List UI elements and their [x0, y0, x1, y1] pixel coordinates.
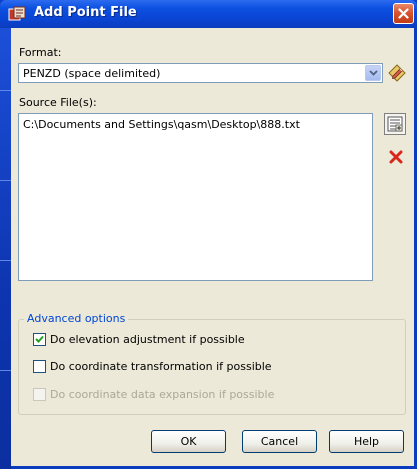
- coordinate-transformation-checkbox[interactable]: [33, 359, 46, 373]
- help-button[interactable]: Help: [329, 430, 404, 453]
- coordinate-expansion-label: Do coordinate data expansion if possible: [50, 387, 275, 401]
- diamond-pencil-icon: [388, 64, 406, 82]
- remove-file-button[interactable]: [385, 146, 407, 168]
- title-bar[interactable]: Add Point File: [0, 0, 417, 28]
- app-icon: [8, 6, 26, 22]
- format-label: Format:: [19, 46, 62, 59]
- checkmark-icon: [35, 335, 44, 343]
- chevron-down-icon: [368, 70, 378, 76]
- cancel-button[interactable]: Cancel: [242, 430, 317, 453]
- add-files-button[interactable]: [384, 113, 406, 135]
- coordinate-transformation-option[interactable]: Do coordinate transformation if possible: [33, 358, 272, 374]
- add-files-icon: [387, 116, 403, 132]
- delete-x-icon: [389, 150, 403, 164]
- coordinate-expansion-option: Do coordinate data expansion if possible: [33, 386, 274, 402]
- dialog-window: Add Point File Format: PENZD (space deli…: [0, 0, 417, 469]
- close-icon: [398, 8, 409, 19]
- elevation-adjustment-option[interactable]: Do elevation adjustment if possible: [33, 331, 245, 347]
- background-strip: [0, 28, 11, 469]
- coordinate-expansion-checkbox: [33, 387, 46, 401]
- source-files-list[interactable]: C:\Documents and Settings\qasm\Desktop\8…: [18, 113, 373, 281]
- window-title: Add Point File: [34, 5, 137, 20]
- ok-button[interactable]: OK: [151, 430, 226, 453]
- format-select[interactable]: PENZD (space delimited): [18, 63, 383, 83]
- dropdown-button[interactable]: [365, 65, 381, 81]
- format-selected-value: PENZD (space delimited): [23, 67, 161, 80]
- close-button[interactable]: [393, 3, 414, 24]
- elevation-adjustment-checkbox[interactable]: [33, 332, 46, 346]
- advanced-options-legend: Advanced options: [24, 312, 129, 325]
- coordinate-transformation-label: Do coordinate transformation if possible: [50, 359, 272, 373]
- list-item[interactable]: C:\Documents and Settings\qasm\Desktop\8…: [23, 118, 300, 131]
- elevation-adjustment-label: Do elevation adjustment if possible: [50, 332, 245, 346]
- source-files-label: Source File(s):: [19, 96, 97, 109]
- format-manager-button[interactable]: [386, 62, 408, 84]
